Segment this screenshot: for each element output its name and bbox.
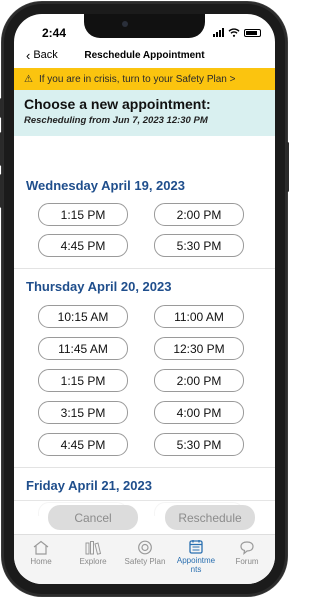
- time-slot[interactable]: 2:00 PM: [154, 369, 244, 392]
- appointment-list[interactable]: Wednesday April 19, 2023 1:15 PM 2:00 PM…: [14, 136, 275, 516]
- camera-icon: [122, 21, 128, 27]
- tab-bar: Home Explore Safety Plan Appointme nts F…: [14, 534, 275, 584]
- volume-down-button: [0, 174, 3, 208]
- day-label: Friday April 21, 2023: [26, 478, 152, 493]
- time-slot[interactable]: 1:15 PM: [38, 369, 128, 392]
- status-icons: [213, 28, 261, 37]
- tab-explore[interactable]: Explore: [68, 540, 118, 566]
- volume-up-button: [0, 132, 3, 166]
- time-slot[interactable]: 11:00 AM: [154, 305, 244, 328]
- warning-icon: ⚠: [24, 73, 33, 85]
- screen: 2:44 ‹ Back Reschedule Appointment ⚠ If …: [14, 14, 275, 584]
- rescheduling-from: Rescheduling from Jun 7, 2023 12:30 PM: [24, 115, 208, 126]
- status-time: 2:44: [42, 26, 67, 40]
- tab-safety-plan[interactable]: Safety Plan: [120, 540, 170, 566]
- tab-label: Home: [30, 557, 52, 566]
- cancel-button[interactable]: Cancel: [48, 505, 138, 530]
- mute-switch: [0, 98, 3, 118]
- home-icon: [33, 540, 49, 555]
- signal-icon: [213, 28, 224, 37]
- time-slot[interactable]: 5:30 PM: [154, 234, 244, 257]
- time-slot[interactable]: 1:15 PM: [38, 203, 128, 226]
- crisis-banner[interactable]: ⚠ If you are in crisis, turn to your Saf…: [14, 68, 275, 90]
- time-slot[interactable]: 2:00 PM: [154, 203, 244, 226]
- tab-label: Appointme nts: [176, 556, 216, 574]
- day-label: Wednesday April 19, 2023: [26, 178, 185, 193]
- lifebuoy-icon: [138, 540, 152, 555]
- tab-label: Explore: [79, 557, 107, 566]
- tab-appointments[interactable]: Appointme nts: [171, 539, 221, 574]
- time-slot[interactable]: 3:15 PM: [38, 401, 128, 424]
- time-slot[interactable]: 11:45 AM: [38, 337, 128, 360]
- choose-header: Choose a new appointment: Rescheduling f…: [14, 90, 275, 136]
- section-divider: [14, 268, 275, 269]
- tab-label: Safety Plan: [124, 557, 166, 566]
- time-slot[interactable]: 4:45 PM: [38, 234, 128, 257]
- chat-icon: [240, 541, 254, 555]
- crisis-banner-text: If you are in crisis, turn to your Safet…: [38, 73, 236, 85]
- page-title: Reschedule Appointment: [84, 50, 205, 61]
- tab-forum[interactable]: Forum: [222, 540, 272, 566]
- time-slot[interactable]: 4:45 PM: [38, 433, 128, 456]
- nav-bar: ‹ Back Reschedule Appointment: [14, 46, 275, 68]
- reschedule-button[interactable]: Reschedule: [165, 505, 255, 530]
- time-slot[interactable]: 4:00 PM: [154, 401, 244, 424]
- calendar-icon: [189, 540, 203, 554]
- battery-icon: [244, 29, 261, 37]
- choose-title: Choose a new appointment:: [24, 96, 211, 112]
- section-divider: [14, 467, 275, 468]
- tab-label: Forum: [235, 557, 259, 566]
- power-button: [286, 142, 289, 192]
- tab-home[interactable]: Home: [16, 540, 66, 566]
- wifi-icon: [228, 28, 240, 37]
- explore-icon: [85, 541, 102, 555]
- time-slot[interactable]: 5:30 PM: [154, 433, 244, 456]
- notch: [84, 14, 205, 38]
- day-label: Thursday April 20, 2023: [26, 279, 172, 294]
- time-slot[interactable]: 10:15 AM: [38, 305, 128, 328]
- time-slot[interactable]: 12:30 PM: [154, 337, 244, 360]
- action-bar: Cancel Reschedule: [14, 500, 275, 534]
- phone-frame: 2:44 ‹ Back Reschedule Appointment ⚠ If …: [0, 2, 289, 596]
